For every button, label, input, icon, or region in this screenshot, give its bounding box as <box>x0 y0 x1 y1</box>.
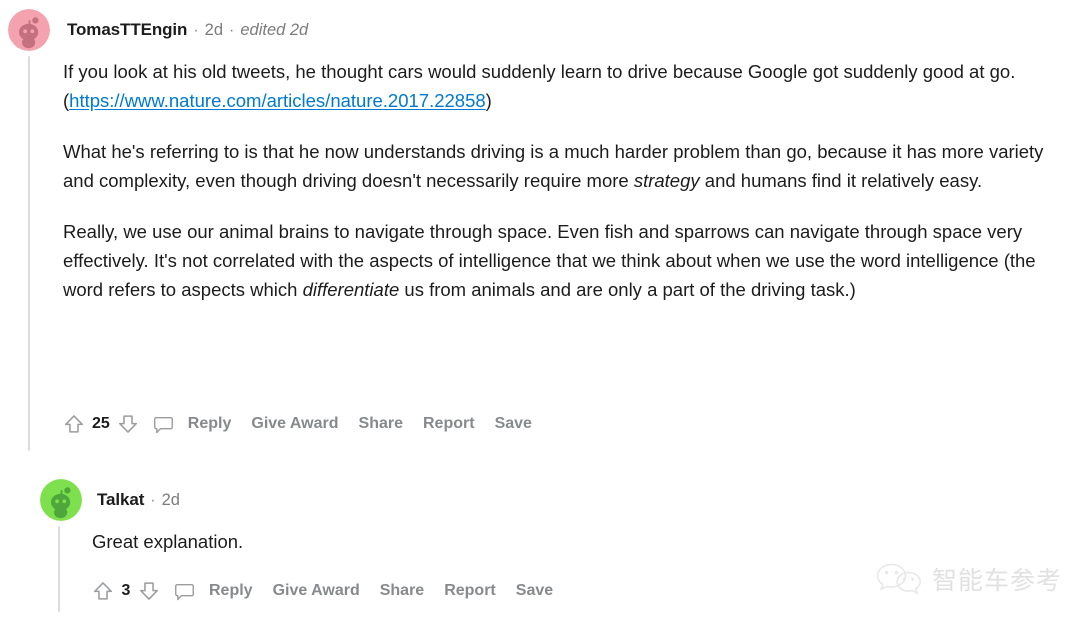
thread-collapse-line[interactable] <box>28 56 30 451</box>
comment-meta: Talkat · 2d <box>97 490 180 510</box>
save-button[interactable]: Save <box>495 415 532 433</box>
comment-action-bar: 3 Reply Give Award Share Report Save <box>92 576 553 606</box>
comment-timestamp: 2d <box>161 491 180 509</box>
external-link[interactable]: https://www.nature.com/articles/nature.2… <box>69 90 486 111</box>
share-button[interactable]: Share <box>359 415 403 433</box>
comment-paragraph: If you look at his old tweets, he though… <box>63 57 1063 115</box>
comment-body: Great explanation. <box>92 527 1042 556</box>
comment-paragraph: Really, we use our animal brains to navi… <box>63 217 1063 304</box>
wechat-logo-icon <box>876 563 921 595</box>
give-award-button[interactable]: Give Award <box>273 582 360 600</box>
comment-paragraph: Great explanation. <box>92 527 1042 556</box>
emphasized-text: strategy <box>633 170 700 191</box>
report-button[interactable]: Report <box>423 415 475 433</box>
meta-separator-1: · <box>193 22 199 39</box>
report-button[interactable]: Report <box>444 582 496 600</box>
comment-paragraph: What he's referring to is that he now un… <box>63 137 1063 195</box>
comment-timestamp: 2d <box>204 21 224 39</box>
comment-bubble-icon[interactable] <box>174 581 195 602</box>
comment-author[interactable]: Talkat <box>97 490 144 510</box>
vote-score: 3 <box>121 582 131 599</box>
comment-edited-label: edited 2d <box>240 21 309 39</box>
comment-meta: TomasTTEngin · 2d · edited 2d <box>67 20 308 40</box>
comment-author[interactable]: TomasTTEngin <box>67 20 187 40</box>
comment-action-bar: 25 Reply Give Award Share Report Save <box>63 409 532 439</box>
emphasized-text: differentiate <box>302 279 400 300</box>
downvote-arrow-icon[interactable] <box>117 413 139 435</box>
avatar-snoo-icon <box>8 9 50 51</box>
meta-separator-2: · <box>229 22 235 39</box>
share-button[interactable]: Share <box>380 582 424 600</box>
paragraph-text-tail: ) <box>485 90 492 111</box>
paragraph-text-tail: us from animals and are only a part of t… <box>399 279 856 300</box>
reply-button[interactable]: Reply <box>188 415 232 433</box>
comment-body: If you look at his old tweets, he though… <box>63 57 1063 304</box>
meta-separator-1: · <box>150 492 156 509</box>
comment-header: TomasTTEngin · 2d · edited 2d <box>8 8 308 52</box>
give-award-button[interactable]: Give Award <box>251 415 338 433</box>
paragraph-text-tail: and humans find it relatively easy. <box>699 170 983 191</box>
vote-score: 25 <box>92 415 110 432</box>
reply-button[interactable]: Reply <box>209 582 253 600</box>
comment-bubble-icon[interactable] <box>153 414 174 435</box>
upvote-arrow-icon[interactable] <box>92 580 114 602</box>
save-button[interactable]: Save <box>516 582 553 600</box>
upvote-arrow-icon[interactable] <box>63 413 85 435</box>
avatar[interactable] <box>8 9 50 51</box>
watermark: 智能车参考 <box>875 559 1062 599</box>
thread-collapse-line[interactable] <box>58 526 60 612</box>
comment-header: Talkat · 2d <box>40 478 180 522</box>
avatar[interactable] <box>40 479 82 521</box>
avatar-snoo-icon <box>40 479 82 521</box>
watermark-text: 智能车参考 <box>931 566 1062 595</box>
paragraph-text: Great explanation. <box>92 531 244 552</box>
downvote-arrow-icon[interactable] <box>138 580 160 602</box>
